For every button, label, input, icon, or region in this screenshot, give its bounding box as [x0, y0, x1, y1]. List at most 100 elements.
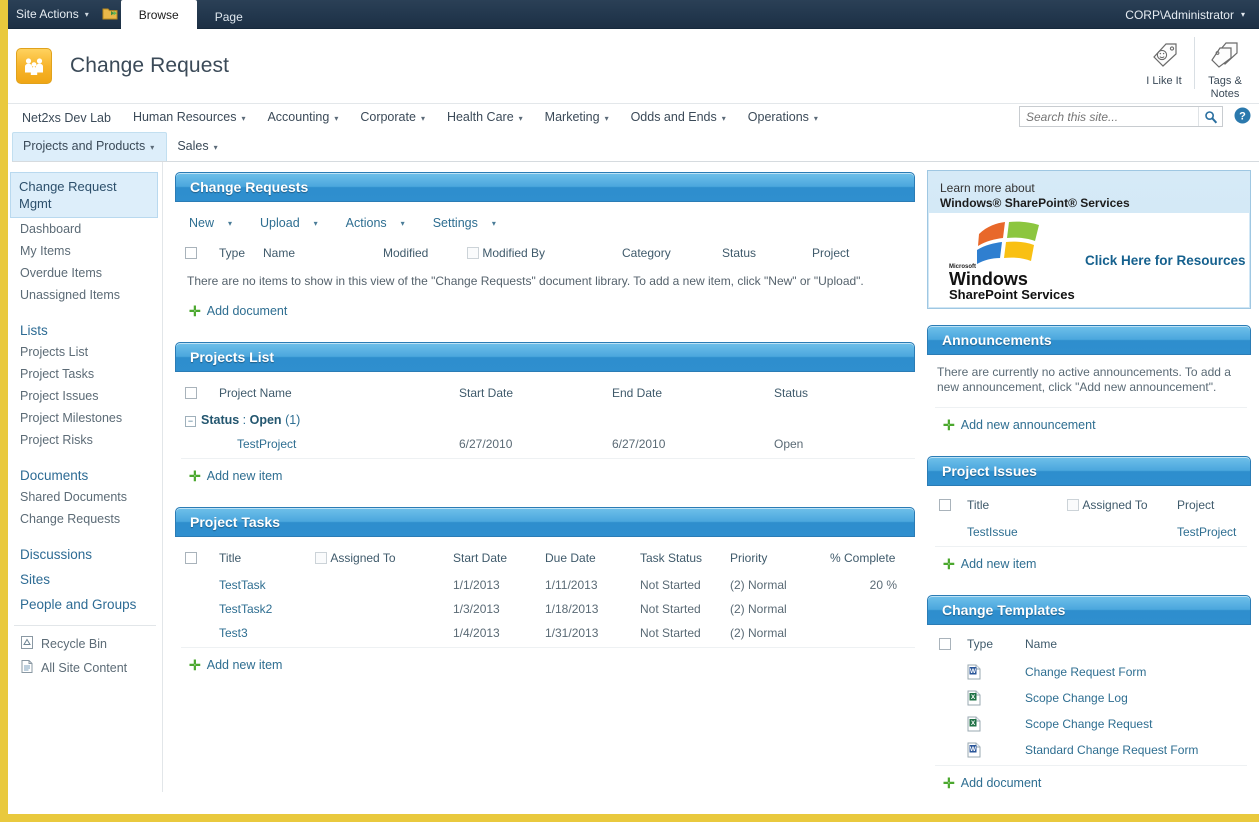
sidebar-item-sites[interactable]: Sites	[8, 565, 162, 590]
help-question-icon[interactable]: ?	[1234, 107, 1251, 127]
nav-item-accounting[interactable]: Accounting▾	[257, 104, 350, 132]
add-new-announcement-link[interactable]: ✛ Add new announcement	[935, 407, 1247, 438]
actions-menu-button[interactable]: Actions▾	[346, 216, 405, 230]
project-link[interactable]: TestProject	[1177, 525, 1236, 539]
search-input[interactable]	[1020, 107, 1198, 126]
group-collapse-toggle[interactable]: −	[185, 416, 196, 427]
click-here-for-resources-link[interactable]: Click Here for Resources	[1085, 253, 1246, 268]
template-link[interactable]: Scope Change Log	[1025, 691, 1128, 705]
cell-assigned-to	[311, 573, 449, 597]
modified-by-checkbox[interactable]	[467, 247, 479, 259]
assigned-to-checkbox[interactable]	[1067, 499, 1079, 511]
column-header-task-status[interactable]: Task Status	[636, 545, 726, 573]
template-link[interactable]: Scope Change Request	[1025, 717, 1152, 731]
sidebar-item-projects-list[interactable]: Projects List	[8, 341, 162, 363]
user-menu[interactable]: CORP\Administrator ▾	[1125, 0, 1245, 29]
column-header-name[interactable]: Name	[1021, 631, 1247, 659]
column-header-type[interactable]: Type	[215, 240, 259, 268]
sidebar-item-change-requests[interactable]: Change Requests	[8, 508, 162, 530]
column-header-assigned-to[interactable]: Assigned To	[1063, 492, 1173, 520]
search-box[interactable]	[1019, 106, 1223, 127]
site-actions-menu[interactable]: Site Actions ▾	[8, 0, 99, 28]
add-new-item-link[interactable]: ✛ Add new item	[181, 647, 915, 678]
column-header-start-date[interactable]: Start Date	[455, 380, 608, 408]
sidebar-item-project-issues[interactable]: Project Issues	[8, 385, 162, 407]
template-link[interactable]: Standard Change Request Form	[1025, 743, 1198, 757]
select-all-checkbox[interactable]	[185, 387, 197, 399]
column-header-start-date[interactable]: Start Date	[449, 545, 541, 573]
select-all-checkbox[interactable]	[939, 638, 951, 650]
tags-and-notes-button[interactable]: Tags &Notes	[1197, 37, 1253, 101]
column-header-priority[interactable]: Priority	[726, 545, 826, 573]
column-header-project[interactable]: Project	[1173, 492, 1247, 520]
select-all-header[interactable]	[181, 240, 215, 268]
nav-item-sales[interactable]: Sales▾	[167, 133, 229, 161]
sidebar-item-unassigned-items[interactable]: Unassigned Items	[8, 284, 162, 306]
column-header-category[interactable]: Category	[618, 240, 718, 268]
sidebar-item-my-items[interactable]: My Items	[8, 240, 162, 262]
cell-assigned-to	[311, 621, 449, 645]
new-menu-button[interactable]: New▾	[189, 216, 232, 230]
column-header-end-date[interactable]: End Date	[608, 380, 770, 408]
column-header-percent-complete[interactable]: % Complete	[826, 545, 915, 573]
nav-item-net2xs-dev-lab[interactable]: Net2xs Dev Lab	[12, 105, 123, 131]
nav-item-operations[interactable]: Operations▾	[738, 104, 830, 132]
column-header-project-name[interactable]: Project Name	[215, 380, 455, 408]
column-header-modified-by[interactable]: Modified By	[463, 240, 618, 268]
assigned-to-checkbox[interactable]	[315, 552, 327, 564]
column-header-title[interactable]: Title	[215, 545, 311, 573]
select-all-header[interactable]	[181, 545, 215, 573]
select-all-header[interactable]	[181, 380, 215, 408]
select-all-header[interactable]	[935, 631, 963, 659]
task-link[interactable]: TestTask2	[219, 602, 272, 616]
sidebar-item-discussions[interactable]: Discussions	[8, 540, 162, 565]
select-all-checkbox[interactable]	[939, 499, 951, 511]
settings-menu-button[interactable]: Settings▾	[433, 216, 496, 230]
sidebar-item-project-milestones[interactable]: Project Milestones	[8, 407, 162, 429]
sidebar-item-project-risks[interactable]: Project Risks	[8, 429, 162, 451]
sidebar-item-all-site-content[interactable]: All Site Content	[8, 656, 162, 680]
nav-item-health-care[interactable]: Health Care▾	[437, 104, 535, 132]
task-link[interactable]: Test3	[219, 626, 248, 640]
add-document-link[interactable]: ✛ Add document	[935, 765, 1247, 796]
column-header-status[interactable]: Status	[770, 380, 915, 408]
task-link[interactable]: TestTask	[219, 578, 266, 592]
sidebar-item-project-tasks[interactable]: Project Tasks	[8, 363, 162, 385]
select-all-checkbox[interactable]	[185, 247, 197, 259]
nav-item-human-resources[interactable]: Human Resources▾	[123, 104, 258, 132]
nav-item-projects-and-products[interactable]: Projects and Products▾	[12, 132, 167, 161]
column-header-assigned-to[interactable]: Assigned To	[311, 545, 449, 573]
select-all-checkbox[interactable]	[185, 552, 197, 564]
sidebar-item-dashboard[interactable]: Dashboard	[8, 218, 162, 240]
column-header-title[interactable]: Title	[963, 492, 1063, 520]
select-all-header[interactable]	[935, 492, 963, 520]
navigate-up-icon[interactable]	[99, 0, 121, 28]
add-new-item-link[interactable]: ✛ Add new item	[935, 546, 1247, 577]
nav-item-corporate[interactable]: Corporate▾	[350, 104, 437, 132]
upload-menu-button[interactable]: Upload▾	[260, 216, 318, 230]
column-header-due-date[interactable]: Due Date	[541, 545, 636, 573]
add-document-link[interactable]: ✛ Add document	[181, 294, 915, 324]
tab-page[interactable]: Page	[197, 5, 261, 29]
column-header-status[interactable]: Status	[718, 240, 808, 268]
sidebar-item-recycle-bin[interactable]: Recycle Bin	[8, 632, 162, 656]
column-header-modified[interactable]: Modified	[379, 240, 463, 268]
sidebar-item-shared-documents[interactable]: Shared Documents	[8, 486, 162, 508]
sidebar-item-change-request-mgmt[interactable]: Change Request Mgmt	[10, 172, 158, 218]
sidebar-item-overdue-items[interactable]: Overdue Items	[8, 262, 162, 284]
column-header-project[interactable]: Project	[808, 240, 915, 268]
issue-link[interactable]: TestIssue	[967, 525, 1018, 539]
i-like-it-button[interactable]: I Like It	[1136, 37, 1192, 88]
search-icon[interactable]	[1198, 107, 1222, 126]
nav-item-marketing[interactable]: Marketing▾	[535, 104, 621, 132]
sidebar-heading-lists[interactable]: Lists	[8, 316, 162, 341]
sidebar-heading-documents[interactable]: Documents	[8, 461, 162, 486]
nav-item-odds-and-ends[interactable]: Odds and Ends▾	[621, 104, 738, 132]
add-new-item-link[interactable]: ✛ Add new item	[181, 458, 915, 489]
tab-browse[interactable]: Browse	[121, 0, 197, 29]
template-link[interactable]: Change Request Form	[1025, 665, 1146, 679]
column-header-type[interactable]: Type	[963, 631, 1021, 659]
sidebar-item-people-and-groups[interactable]: People and Groups	[8, 590, 162, 615]
project-link[interactable]: TestProject	[237, 437, 296, 451]
column-header-name[interactable]: Name	[259, 240, 379, 268]
